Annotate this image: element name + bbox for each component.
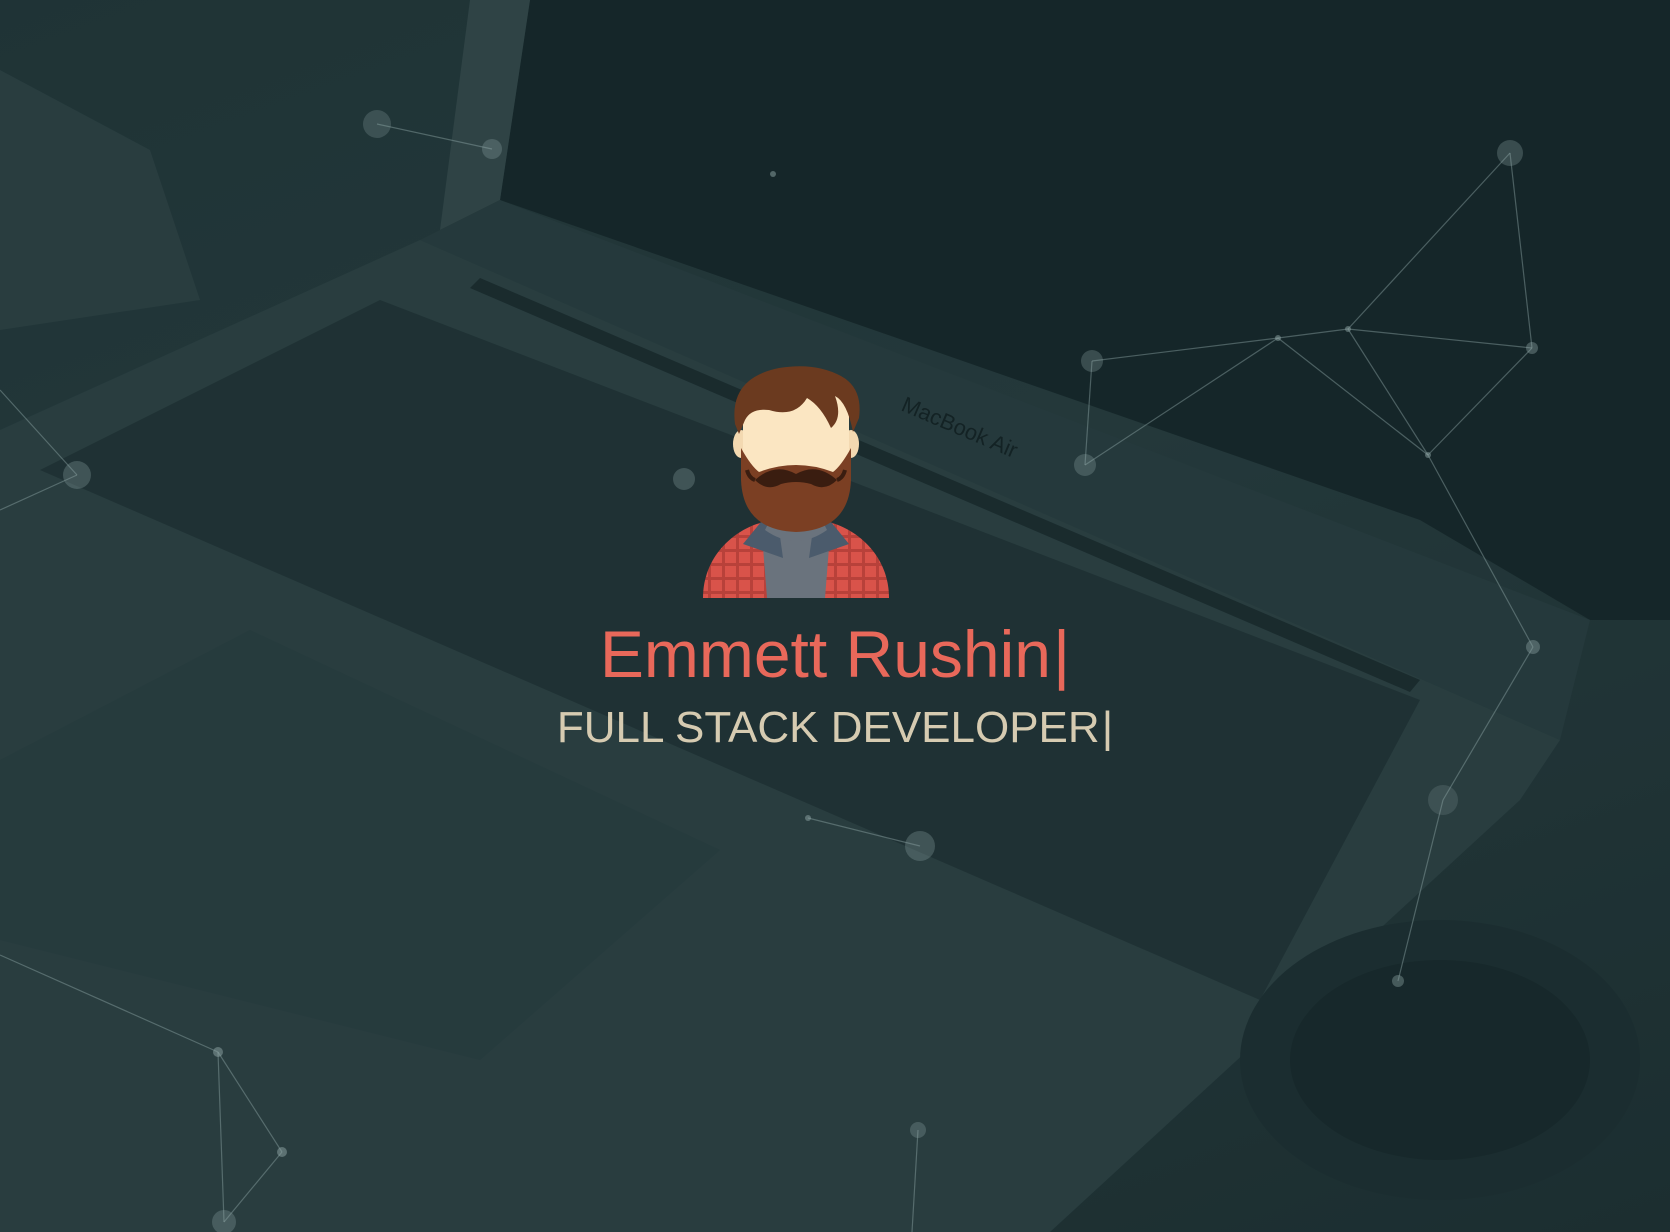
- hero-name: Emmett Rushin|: [0, 614, 1670, 694]
- typing-cursor: |: [1101, 703, 1114, 752]
- bearded-developer-avatar-icon: [703, 366, 889, 598]
- hero-section: MacBook Air Emmett Rushin| FULL STACK DE…: [0, 0, 1670, 1232]
- hero-title: FULL STACK DEVELOPER|: [0, 700, 1670, 756]
- typing-cursor: |: [1052, 617, 1071, 691]
- hero-name-text: Emmett Rushin: [599, 617, 1051, 691]
- hero-title-text: FULL STACK DEVELOPER: [556, 703, 1100, 752]
